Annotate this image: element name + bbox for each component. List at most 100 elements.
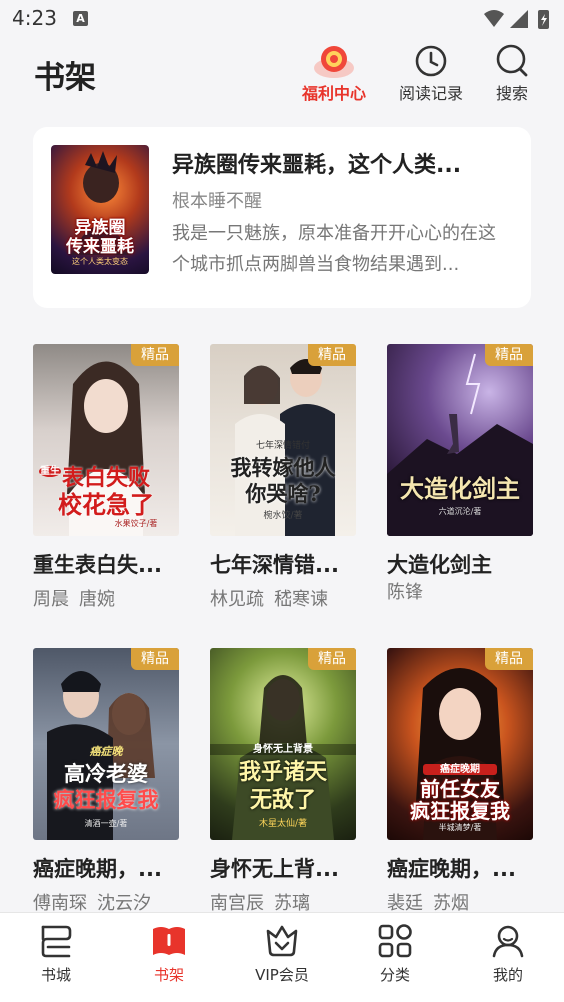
vip-crown-icon — [266, 925, 298, 957]
book-title: 重生表白失... — [33, 553, 162, 577]
system-status-icons — [484, 10, 549, 29]
nav-bookshelf[interactable]: 书架 — [124, 913, 214, 1002]
cover-title-line-1: 高冷老婆 — [64, 761, 148, 786]
premium-badge: 精品 — [308, 648, 356, 670]
cover-title-line-2: 你哭啥? — [245, 481, 321, 506]
featured-book-title: 异族圈传来噩耗，这个人类... — [172, 153, 462, 178]
book-author: 唐婉 — [79, 589, 115, 610]
book-cover[interactable]: 重生 表白失败 校花急了 水果饺子/著 精品 — [33, 344, 179, 536]
cover-title-line-1: 我乎诸天 — [238, 759, 327, 785]
status-time: 4:23 — [12, 6, 57, 30]
book-title: 癌症晚期，... — [33, 857, 162, 881]
cover-tag: 癌症晚 — [89, 745, 123, 758]
cover-author: 六道沉沦/著 — [438, 507, 482, 516]
nav-category-label: 分类 — [379, 966, 410, 984]
premium-badge: 精品 — [485, 648, 533, 670]
cover-title-line-1: 前任女友 — [420, 777, 500, 801]
book-title: 七年深情错... — [210, 553, 339, 577]
book-authors: 林见疏 嵇寒谏 — [210, 585, 338, 611]
wifi-icon — [484, 10, 504, 27]
featured-cover-title-2: 传来噩耗 — [66, 237, 134, 257]
cover-tag: 身怀无上背景 — [210, 744, 356, 755]
cover-title-line-2: 校花急了 — [58, 490, 154, 519]
cover-title-line-1: 表白失败 — [61, 465, 150, 491]
featured-cover-title-1: 异族圈 — [74, 218, 126, 238]
book-item[interactable]: 癌症晚期 前任女友 疯狂报复我 半城清梦/著 精品 癌症晚期，... 裴廷 苏烟 — [387, 648, 533, 914]
search-icon — [496, 44, 528, 77]
nav-bookstore-label: 书城 — [40, 966, 71, 984]
premium-badge: 精品 — [131, 344, 179, 366]
bookshelf-icon — [153, 927, 185, 955]
book-title: 大造化剑主 — [387, 553, 492, 577]
book-item[interactable]: 身怀无上背景 我乎诸天 无敌了 木星太仙/著 精品 身怀无上背... 南宫辰 苏璃 — [210, 648, 356, 914]
nav-category[interactable]: 分类 — [350, 913, 440, 1002]
welfare-center-button[interactable]: 福利中心 — [294, 38, 374, 108]
nav-profile[interactable]: 我的 — [463, 913, 553, 1002]
clock-icon — [415, 45, 447, 77]
app-header: 书架 福利中心 阅读记录 搜索 — [0, 38, 564, 118]
cover-author: 水果饺子/著 — [114, 519, 158, 528]
book-item[interactable]: 大造化剑主 六道沉沦/著 精品 大造化剑主 陈锋 — [387, 344, 533, 614]
cover-author: 清酒一壶/著 — [84, 819, 128, 828]
nav-bookstore[interactable]: 书城 — [11, 913, 101, 1002]
book-item[interactable]: 重生 表白失败 校花急了 水果饺子/著 精品 重生表白失... 周晨 唐婉 — [33, 344, 179, 614]
book-item[interactable]: 癌症晚 高冷老婆 疯狂报复我 清酒一壶/著 精品 癌症晚期，... 傅南琛 沈云汐 — [33, 648, 179, 914]
search-button[interactable]: 搜索 — [472, 38, 552, 108]
nav-profile-label: 我的 — [492, 966, 523, 984]
profile-icon — [492, 925, 524, 958]
search-label: 搜索 — [495, 84, 528, 103]
cover-author: 木星太仙/著 — [258, 819, 308, 829]
book-author: 裴廷 — [387, 893, 423, 914]
premium-badge: 精品 — [485, 344, 533, 366]
featured-book-card[interactable]: 异族圈 传来噩耗 这个人类太变态 异族圈传来噩耗，这个人类... 根本睡不醒 我… — [33, 127, 531, 308]
nav-bookshelf-label: 书架 — [153, 966, 184, 984]
cover-title-line-1: 我转嫁他人 — [230, 455, 336, 480]
cover-author: 椀水饺/著 — [263, 511, 303, 521]
cover-tag: 癌症晚期 — [423, 764, 497, 775]
premium-badge: 精品 — [131, 648, 179, 670]
book-author: 南宫辰 — [210, 893, 264, 914]
bookstore-icon — [41, 925, 72, 958]
nav-vip[interactable]: VIP会员 — [237, 913, 327, 1002]
book-cover[interactable]: 癌症晚期 前任女友 疯狂报复我 半城清梦/著 精品 — [387, 648, 533, 840]
book-cover[interactable]: 大造化剑主 六道沉沦/著 精品 — [387, 344, 533, 536]
notification-icon: A — [73, 11, 88, 26]
featured-book-cover[interactable]: 异族圈 传来噩耗 这个人类太变态 — [51, 145, 149, 274]
featured-cover-subtitle: 这个人类太变态 — [72, 257, 128, 266]
cover-figure — [235, 359, 335, 536]
cover-tag: 七年深情错付 — [255, 441, 310, 451]
nav-vip-label: VIP会员 — [255, 966, 309, 984]
cover-title-line-2: 无敌了 — [249, 787, 316, 813]
book-cover[interactable]: 身怀无上背景 我乎诸天 无敌了 木星太仙/著 精品 — [210, 648, 356, 840]
book-item[interactable]: 七年深情错付 我转嫁他人 你哭啥? 椀水饺/著 精品 七年深情错... 林见疏嵇… — [210, 344, 356, 614]
book-author: 沈云汐 — [97, 893, 151, 914]
reading-history-button[interactable]: 阅读记录 — [391, 38, 471, 108]
book-author: 嵇寒谏 — [274, 589, 328, 610]
book-author: 林见疏 — [210, 589, 264, 610]
status-bar: 4:23 A — [0, 0, 564, 38]
book-author: 周晨 — [33, 589, 69, 610]
book-cover[interactable]: 七年深情错付 我转嫁他人 你哭啥? 椀水饺/著 精品 — [210, 344, 356, 536]
book-author: 苏璃 — [274, 893, 310, 914]
cover-title-line-2: 疯狂报复我 — [410, 799, 510, 823]
book-title: 身怀无上背... — [210, 857, 339, 881]
book-author: 陈锋 — [387, 582, 423, 603]
book-author: 傅南琛 — [33, 893, 87, 914]
book-authors: 陈锋 — [387, 578, 433, 604]
cover-title-line-2: 疯狂报复我 — [53, 787, 159, 812]
book-cover[interactable]: 癌症晚 高冷老婆 疯狂报复我 清酒一壶/著 精品 — [33, 648, 179, 840]
book-author: 苏烟 — [433, 893, 469, 914]
page-title: 书架 — [34, 60, 96, 96]
premium-badge: 精品 — [308, 344, 356, 366]
reading-history-label: 阅读记录 — [398, 84, 463, 103]
book-title: 癌症晚期，... — [387, 857, 516, 881]
book-authors: 周晨 唐婉 — [33, 585, 125, 611]
cover-author: 半城清梦/著 — [438, 823, 482, 832]
cover-title-line-1: 大造化剑主 — [400, 474, 520, 503]
signal-icon — [510, 10, 528, 28]
gift-coin-icon — [314, 46, 354, 78]
featured-book-description: 我是一只魅族，原本准备开开心心的在这个城市抓点两脚兽当食物结果遇到... — [172, 223, 496, 275]
category-grid-icon — [378, 924, 412, 958]
featured-book-author: 根本睡不醒 — [172, 191, 262, 212]
bottom-nav: 书城 书架 VIP会员 分类 我的 — [0, 912, 564, 1002]
